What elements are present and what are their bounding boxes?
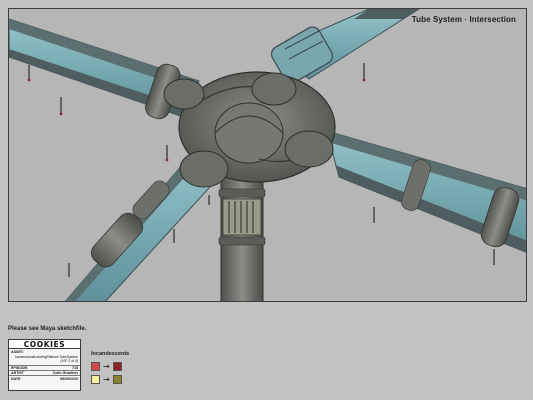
asset-value: kaminohanaiLandingPlatformTubeSystem (10… [15, 355, 78, 363]
tube-intersection-illustration [9, 9, 526, 301]
episode-value: 715 [72, 366, 78, 370]
view-title: Tube System · Intersection [411, 15, 516, 24]
arrow-right-icon: → [103, 362, 110, 371]
episode-label: EPISODE: [11, 366, 29, 370]
central-hub [163, 71, 336, 188]
swatch-yellow-dark [112, 375, 122, 384]
slate-asset-field: ASSET: kaminohanaiLandingPlatformTubeSys… [9, 349, 80, 366]
date-label: DATE [11, 376, 21, 381]
asset-label: ASSET: [11, 350, 24, 354]
production-slate: COOKIES ASSET: kaminohanaiLandingPlatfor… [8, 339, 81, 391]
slate-date-row: DATE 05/29/2020 [9, 376, 80, 381]
incandescent-row-red: → [91, 362, 151, 371]
tube-right [326, 130, 526, 253]
incandescents-title: Incandescents [91, 351, 130, 357]
arrow-right-icon: → [103, 375, 110, 384]
artist-value: Colin Grunther [52, 371, 78, 375]
date-value: 05/29/2020 [60, 376, 78, 381]
swatch-red-dark [112, 362, 122, 371]
tube-upper-right [270, 9, 420, 84]
incandescents-legend: Incandescents → → [91, 351, 151, 396]
maya-note: Please see Maya sketchfile. [8, 326, 87, 332]
artist-label: ARTIST [11, 371, 24, 375]
swatch-yellow-light [91, 375, 100, 384]
incandescent-row-yellow: → [91, 375, 151, 384]
swatch-red-light [91, 362, 100, 371]
tube-upper-left [9, 18, 200, 120]
concept-artwork: Tube System · Intersection [8, 8, 527, 302]
studio-logo: COOKIES [9, 340, 80, 349]
